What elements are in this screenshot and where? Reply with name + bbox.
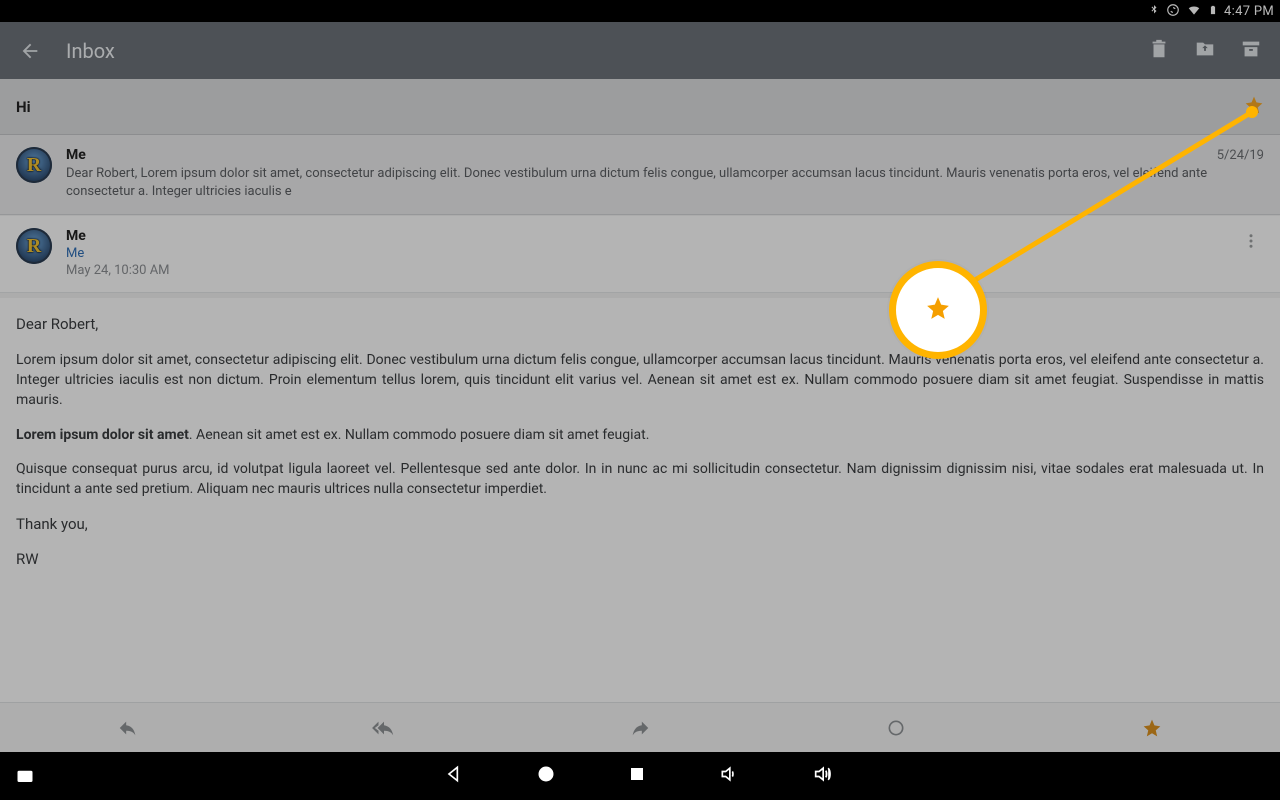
- subject-row: Hi: [0, 79, 1280, 135]
- delete-button[interactable]: [1148, 38, 1170, 64]
- avatar: R: [16, 147, 52, 183]
- body-greeting: Dear Robert,: [16, 314, 1264, 336]
- star-toggle[interactable]: [1244, 95, 1264, 119]
- more-options-button[interactable]: [1238, 228, 1264, 278]
- mark-unread-button[interactable]: [768, 703, 1024, 752]
- message-preview[interactable]: R Me 5/24/19 Dear Robert, Lorem ipsum do…: [0, 135, 1280, 215]
- nav-back-button[interactable]: [444, 764, 464, 788]
- star-button[interactable]: [1024, 703, 1280, 752]
- volume-up-button[interactable]: [812, 764, 836, 788]
- status-bar: 4:47 PM: [0, 0, 1280, 22]
- body-signature: RW: [16, 549, 1264, 571]
- body-paragraph: Lorem ipsum dolor sit amet. Aenean sit a…: [16, 425, 1264, 445]
- android-nav-bar: [0, 752, 1280, 800]
- message-action-bar: [0, 702, 1280, 752]
- page-title: Inbox: [66, 39, 1148, 63]
- bluetooth-icon: [1148, 3, 1160, 20]
- body-paragraph: Lorem ipsum dolor sit amet, consectetur …: [16, 350, 1264, 411]
- nav-recent-button[interactable]: [628, 765, 646, 787]
- wifi-icon: [1186, 3, 1202, 20]
- body-thanks: Thank you,: [16, 514, 1264, 536]
- star-icon: [925, 295, 951, 325]
- header-timestamp: May 24, 10:30 AM: [66, 263, 1238, 278]
- body-paragraph: Quisque consequat purus arcu, id volutpa…: [16, 459, 1264, 500]
- back-button[interactable]: [18, 39, 42, 63]
- screenshot-indicator-icon: [14, 767, 36, 785]
- archive-button[interactable]: [1240, 38, 1262, 64]
- forward-button[interactable]: [512, 703, 768, 752]
- preview-body: Dear Robert, Lorem ipsum dolor sit amet,…: [66, 165, 1264, 200]
- reply-button[interactable]: [0, 703, 256, 752]
- preview-sender: Me: [66, 147, 86, 163]
- preview-date: 5/24/19: [1217, 148, 1264, 163]
- header-recipient[interactable]: Me: [66, 246, 1238, 261]
- sync-icon: [1166, 3, 1180, 20]
- email-subject: Hi: [16, 98, 1244, 116]
- callout-highlight: [889, 261, 987, 359]
- header-sender: Me: [66, 228, 1238, 244]
- app-bar: Inbox: [0, 22, 1280, 79]
- message-body: Dear Robert, Lorem ipsum dolor sit amet,…: [0, 298, 1280, 702]
- nav-home-button[interactable]: [536, 764, 556, 788]
- move-to-folder-button[interactable]: [1194, 38, 1216, 64]
- message-header: R Me Me May 24, 10:30 AM: [0, 216, 1280, 293]
- status-time: 4:47 PM: [1224, 4, 1274, 19]
- battery-icon: [1208, 3, 1218, 20]
- avatar: R: [16, 228, 52, 264]
- volume-down-button[interactable]: [718, 764, 740, 788]
- reply-all-button[interactable]: [256, 703, 512, 752]
